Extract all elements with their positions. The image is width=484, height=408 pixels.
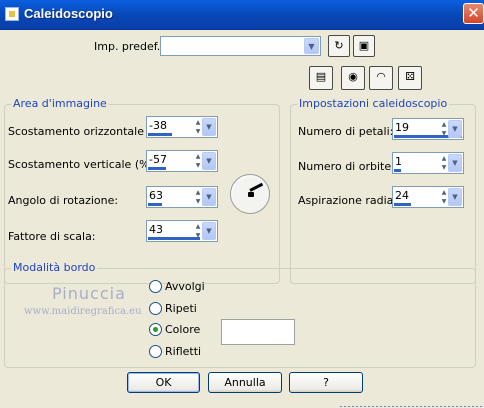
vertical-offset-value[interactable]: -57	[149, 153, 167, 166]
close-button[interactable]: ✕	[463, 3, 484, 24]
image-area-title: Area d'immagine	[11, 97, 109, 110]
radio-reflect[interactable]	[149, 345, 162, 358]
dial-hub	[248, 192, 254, 197]
orbits-spinner[interactable]: 1 ▲ ▼ ▼	[392, 152, 464, 174]
watermark-url: www.maidiregrafica.eu	[24, 306, 142, 317]
eye-icon[interactable]: ◠	[369, 66, 393, 90]
border-mode-group: Modalità bordo	[4, 261, 476, 368]
radio-color[interactable]	[149, 323, 162, 336]
chevron-down-icon[interactable]: ▼	[202, 152, 216, 170]
rotation-angle-label: Angolo di rotazione:	[8, 194, 119, 207]
scale-factor-spinner[interactable]: 43 ▲ ▼ ▼	[146, 220, 218, 242]
chevron-down-icon[interactable]: ▼	[448, 188, 462, 206]
chevron-down-icon[interactable]: ▼	[202, 118, 216, 136]
preset-dropdown[interactable]: ▼	[160, 36, 321, 56]
chevron-down-icon[interactable]: ▼	[304, 38, 319, 54]
app-icon	[5, 7, 19, 21]
kaleidoscope-settings-title: Impostazioni caleidoscopio	[297, 97, 450, 110]
color-swatch[interactable]	[221, 319, 295, 345]
petals-value[interactable]: 19	[395, 121, 409, 134]
rotation-angle-spinner[interactable]: 63 ▲ ▼ ▼	[146, 186, 218, 208]
horizontal-offset-spinner[interactable]: -38 ▲ ▼ ▼	[146, 116, 218, 138]
radio-color-label[interactable]: Colore	[165, 323, 200, 336]
radio-repeat-label[interactable]: Ripeti	[165, 302, 197, 315]
chevron-down-icon[interactable]: ▼	[448, 154, 462, 172]
help-button[interactable]: ?	[289, 372, 363, 393]
border-mode-title: Modalità bordo	[11, 261, 98, 274]
radio-wrap-label[interactable]: Avvolgi	[165, 280, 205, 293]
rotation-angle-value[interactable]: 63	[149, 189, 163, 202]
horizontal-offset-value[interactable]: -38	[149, 119, 167, 132]
window-title: Caleidoscopio	[24, 6, 113, 21]
cancel-button[interactable]: Annulla	[208, 372, 282, 393]
title-bar: Caleidoscopio ✕	[0, 0, 484, 30]
orbits-value[interactable]: 1	[395, 155, 402, 168]
reset-icon[interactable]: ↻	[328, 35, 350, 57]
layout-icon[interactable]: ▤	[309, 66, 333, 90]
chevron-down-icon[interactable]: ▼	[448, 120, 462, 138]
save-icon[interactable]: ▣	[353, 35, 375, 57]
watermark-name: Pinuccia	[52, 284, 126, 303]
chevron-down-icon[interactable]: ▼	[202, 222, 216, 240]
vertical-offset-label: Scostamento verticale (%):	[8, 158, 158, 171]
petals-spinner[interactable]: 19 ▲ ▼ ▼	[392, 118, 464, 140]
eye-dropper-icon[interactable]: ◉	[341, 66, 365, 90]
vertical-offset-slider[interactable]	[148, 167, 166, 170]
status-divider	[340, 406, 484, 407]
rotation-dial[interactable]	[230, 174, 270, 214]
scale-factor-label: Fattore di scala:	[8, 230, 96, 243]
petals-label: Numero di petali:	[298, 125, 394, 138]
radial-suction-spinner[interactable]: 24 ▲ ▼ ▼	[392, 186, 464, 208]
scale-factor-value[interactable]: 43	[149, 223, 163, 236]
orbits-label: Numero di orbite:	[298, 160, 395, 173]
preset-label: Imp. predef.:	[94, 40, 164, 53]
dial-needle-icon	[249, 182, 264, 192]
orbits-slider[interactable]	[394, 169, 401, 172]
dialog-body: Imp. predef.: ▼ ↻ ▣ ▤ ◉ ◠ ⚄ Area d'immag…	[0, 30, 484, 408]
radio-wrap[interactable]	[149, 280, 162, 293]
dice-icon[interactable]: ⚄	[398, 66, 422, 90]
radial-suction-label: Aspirazione radiale:	[298, 194, 407, 207]
ok-button[interactable]: OK	[127, 372, 200, 393]
chevron-down-icon[interactable]: ▼	[202, 188, 216, 206]
vertical-offset-spinner[interactable]: -57 ▲ ▼ ▼	[146, 150, 218, 172]
radio-repeat[interactable]	[149, 302, 162, 315]
radial-suction-value[interactable]: 24	[395, 189, 409, 202]
radial-suction-slider[interactable]	[394, 203, 411, 206]
horizontal-offset-slider[interactable]	[148, 133, 172, 136]
rotation-angle-slider[interactable]	[148, 203, 162, 206]
radio-reflect-label[interactable]: Rifletti	[165, 345, 201, 358]
